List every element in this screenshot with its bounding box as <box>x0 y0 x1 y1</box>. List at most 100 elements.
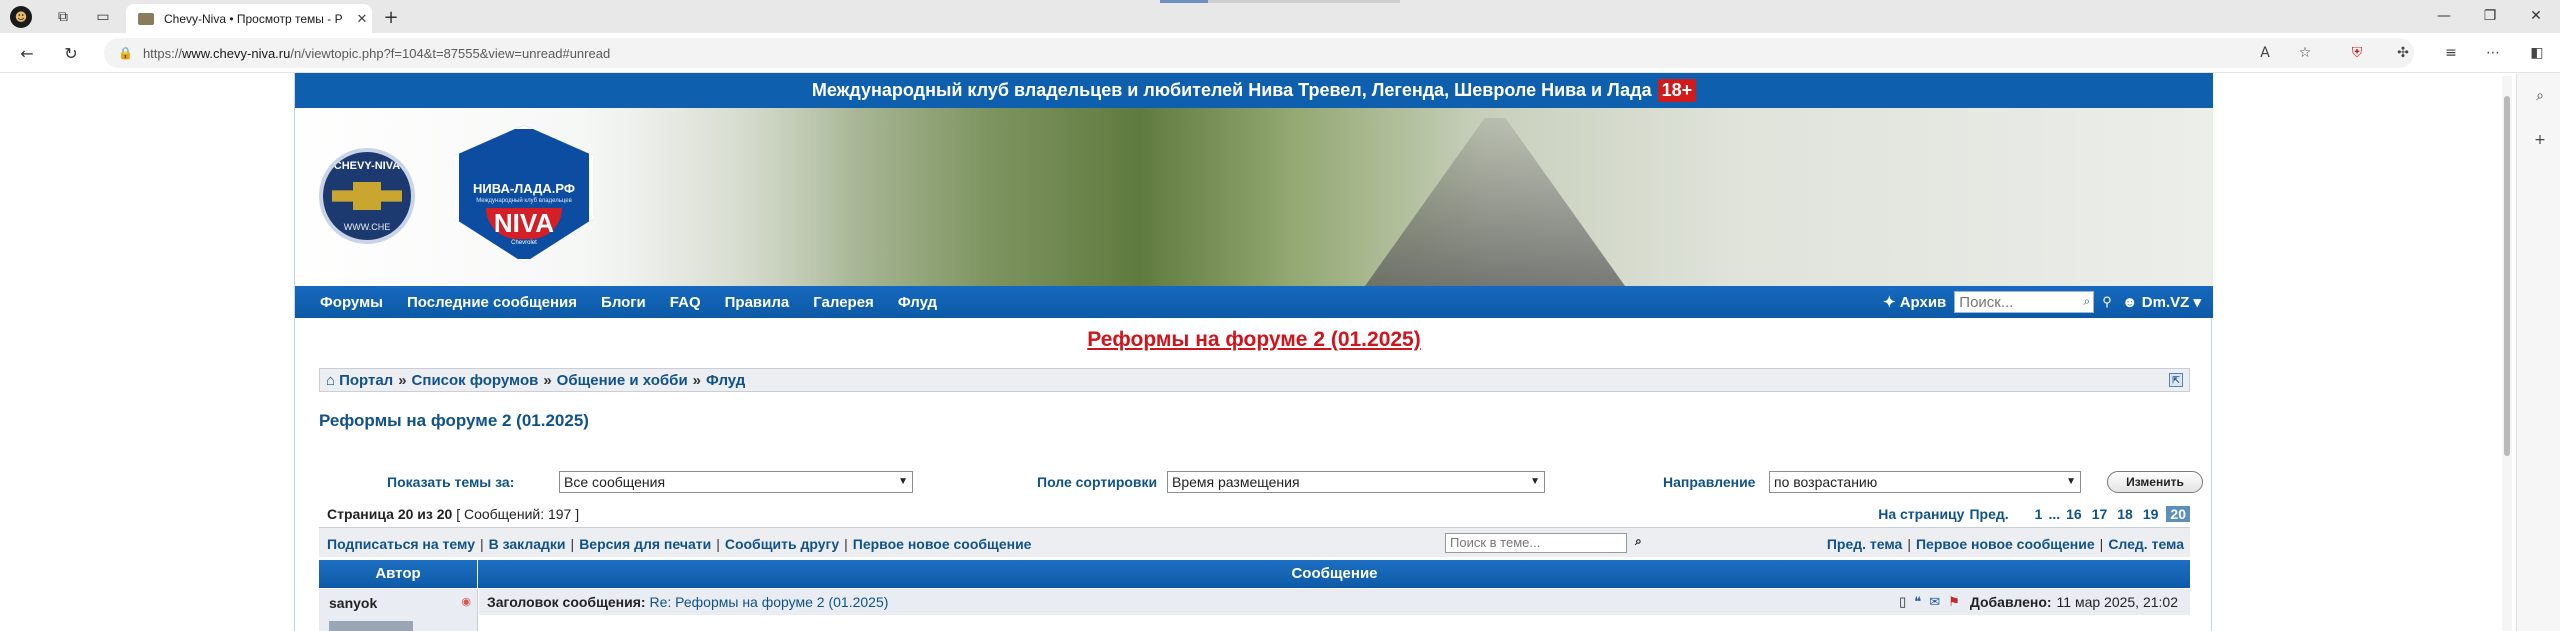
breadcrumb-separator: » <box>543 371 552 389</box>
post-author-name[interactable]: sanyok <box>329 595 377 611</box>
reload-icon[interactable]: ↻ <box>60 42 82 64</box>
chevron-down-icon: ▼ <box>898 476 908 487</box>
workspaces-icon[interactable]: ⧉ <box>52 6 74 28</box>
pagination-row: Страница 20 из 20 [ Сообщений: 197 ] На … <box>319 503 2190 525</box>
page-prev[interactable]: Пред. <box>1969 506 2008 522</box>
profile-icon[interactable]: ☻ <box>10 6 32 28</box>
print-link[interactable]: Версия для печати <box>579 536 711 552</box>
sidebar-add-icon[interactable]: + <box>2531 131 2549 149</box>
read-aloud-icon[interactable]: A <box>2254 42 2276 64</box>
chevron-down-icon: ▼ <box>2066 476 2076 487</box>
lock-icon[interactable]: 🔒 <box>118 46 133 60</box>
post-author-cell: sanyok ◉ <box>319 589 478 631</box>
quote-icon[interactable]: ❝ <box>1914 594 1921 610</box>
age-badge: 18+ <box>1657 79 1697 102</box>
show-topics-select[interactable]: Все сообщения ▼ <box>559 471 913 493</box>
sidebar-search-icon[interactable]: ⌕ <box>2531 87 2549 105</box>
browser-tab-active[interactable]: Chevy-Niva • Просмотр темы - Р ✕ <box>126 4 372 33</box>
back-icon[interactable]: ← <box>16 42 38 64</box>
reply-icon[interactable]: ✉ <box>1929 594 1940 610</box>
browser-sidebar: ⌕ + <box>2516 73 2560 631</box>
breadcrumb-flood[interactable]: Флуд <box>706 372 745 389</box>
sidebar-toggle-icon[interactable]: ◧ <box>2526 42 2548 64</box>
tab-close-icon[interactable]: ✕ <box>352 11 372 27</box>
post-subject-link[interactable]: Re: Реформы на форуме 2 (01.2025) <box>649 594 888 610</box>
to-page-label[interactable]: На страницу <box>1878 506 1964 522</box>
prev-topic-link[interactable]: Пред. тема <box>1827 536 1902 552</box>
change-sort-button[interactable]: Изменить <box>2107 471 2203 493</box>
page-link-16[interactable]: 16 <box>2066 506 2082 522</box>
font-size-icon[interactable]: ⇱ <box>2169 373 2183 387</box>
tab-actions-icon[interactable]: ▭ <box>92 6 114 28</box>
url-host: www.chevy-niva.ru <box>181 45 291 61</box>
user-menu[interactable]: ☻ Dm.VZ ▾ <box>2122 293 2201 311</box>
page-link-1[interactable]: 1 <box>2035 506 2043 522</box>
page-link-19[interactable]: 19 <box>2143 506 2159 522</box>
announcement-link[interactable]: Реформы на форуме 2 (01.2025) <box>1087 328 1420 351</box>
nav-flood[interactable]: Флуд <box>898 294 937 311</box>
post-link-icon[interactable]: ▯ <box>1899 594 1906 610</box>
home-icon: ⌂ <box>326 371 336 389</box>
post-meta: ▯ ❝ ✉ ⚑ Добавлено: 11 мар 2025, 21:02 <box>1891 594 2178 610</box>
nav-faq[interactable]: FAQ <box>670 294 701 311</box>
message-column-header: Сообщение <box>1291 565 1378 582</box>
nav-gallery[interactable]: Галерея <box>813 294 874 311</box>
topic-title[interactable]: Реформы на форуме 2 (01.2025) <box>319 411 589 431</box>
nav-blogs[interactable]: Блоги <box>601 294 646 311</box>
page-link-17[interactable]: 17 <box>2092 506 2108 522</box>
favorites-icon[interactable]: ≡ <box>2440 42 2462 64</box>
address-bar[interactable]: 🔒 https://www.chevy-niva.ru/n/viewtopic.… <box>104 38 2414 68</box>
report-icon[interactable]: ⚑ <box>1948 594 1960 610</box>
main-navbar: Форумы Последние сообщения Блоги FAQ Пра… <box>295 286 2213 318</box>
url-prefix: https:// <box>142 45 182 61</box>
nav-archive-label: Архив <box>1899 294 1947 311</box>
nav-forums[interactable]: Форумы <box>320 294 383 311</box>
chevy-niva-logo[interactable]: CHEVY-NIVA WWW.CHE <box>319 148 415 244</box>
breadcrumb-separator: » <box>692 371 702 389</box>
direction-select[interactable]: по возрастанию ▼ <box>1769 471 2081 493</box>
nav-latest-posts[interactable]: Последние сообщения <box>407 294 577 311</box>
extensions-icon[interactable]: ✣ <box>2392 42 2414 64</box>
avatar[interactable] <box>329 621 413 631</box>
topic-search-input[interactable]: Поиск в теме... <box>1445 533 1627 553</box>
next-topic-link[interactable]: След. тема <box>2108 536 2184 552</box>
post-header: Заголовок сообщения: Re: Реформы на фору… <box>479 589 2190 615</box>
breadcrumb: ⌂ Портал » Список форумов » Общение и хо… <box>319 368 2190 392</box>
new-tab-icon[interactable]: + <box>380 6 402 28</box>
email-friend-link[interactable]: Сообщить другу <box>725 536 839 552</box>
breadcrumb-hobby[interactable]: Общение и хобби <box>557 372 688 389</box>
subscribe-link[interactable]: Подписаться на тему <box>327 536 475 552</box>
advanced-search-icon[interactable]: ⚲ <box>2102 294 2112 310</box>
pagination: На страницу Пред. 1 ... 16 17 18 19 20 <box>1878 503 2190 525</box>
scrollbar-thumb[interactable] <box>2504 96 2510 456</box>
restore-icon[interactable]: ❐ <box>2470 4 2510 28</box>
browser-tab-bar: ☻ ⧉ ▭ Chevy-Niva • Просмотр темы - Р ✕ +… <box>0 0 2560 33</box>
extension-shield-icon[interactable]: ⛨ <box>2346 42 2368 64</box>
show-topics-value: Все сообщения <box>564 474 666 490</box>
breadcrumb-portal[interactable]: Портал <box>339 372 393 389</box>
search-icon[interactable]: ⌕ <box>2084 294 2091 309</box>
page-current: 20 <box>2166 506 2190 522</box>
header-road-image <box>1365 118 1625 286</box>
page-link-18[interactable]: 18 <box>2117 506 2133 522</box>
nav-rules[interactable]: Правила <box>725 294 790 311</box>
window-close-icon[interactable]: ✕ <box>2516 4 2556 28</box>
bookmark-link[interactable]: В закладки <box>489 536 566 552</box>
site-favicon-icon <box>138 12 154 25</box>
topic-tool-links: Подписаться на тему | В закладки | Версия дл… <box>327 536 1032 552</box>
nav-archive[interactable]: ✦ Архив <box>1883 293 1946 311</box>
post-count: [ Сообщений: 197 ] <box>456 506 580 522</box>
sort-field-select[interactable]: Время размещения ▼ <box>1167 471 1545 493</box>
navbar-right: ✦ Архив Поиск... ⌕ ⚲ ☻ Dm.VZ ▾ <box>1883 290 2201 314</box>
breadcrumb-forum-list[interactable]: Список форумов <box>412 372 539 389</box>
minimize-icon[interactable]: — <box>2424 4 2464 28</box>
search-icon[interactable]: ⌕ <box>1635 534 1651 552</box>
favorite-star-icon[interactable]: ☆ <box>2294 42 2316 64</box>
first-unread-link[interactable]: Первое новое сообщение <box>853 536 1032 552</box>
first-new-post-link[interactable]: Первое новое сообщение <box>1916 536 2095 552</box>
more-menu-icon[interactable]: ⋯ <box>2482 42 2504 64</box>
user-avatar-icon: ☻ <box>2121 294 2138 311</box>
browser-address-row: ← ↻ 🔒 https://www.chevy-niva.ru/n/viewto… <box>0 33 2560 73</box>
nav-search-input[interactable]: Поиск... ⌕ <box>1954 291 2095 313</box>
page-scrollbar[interactable] <box>2502 76 2512 631</box>
